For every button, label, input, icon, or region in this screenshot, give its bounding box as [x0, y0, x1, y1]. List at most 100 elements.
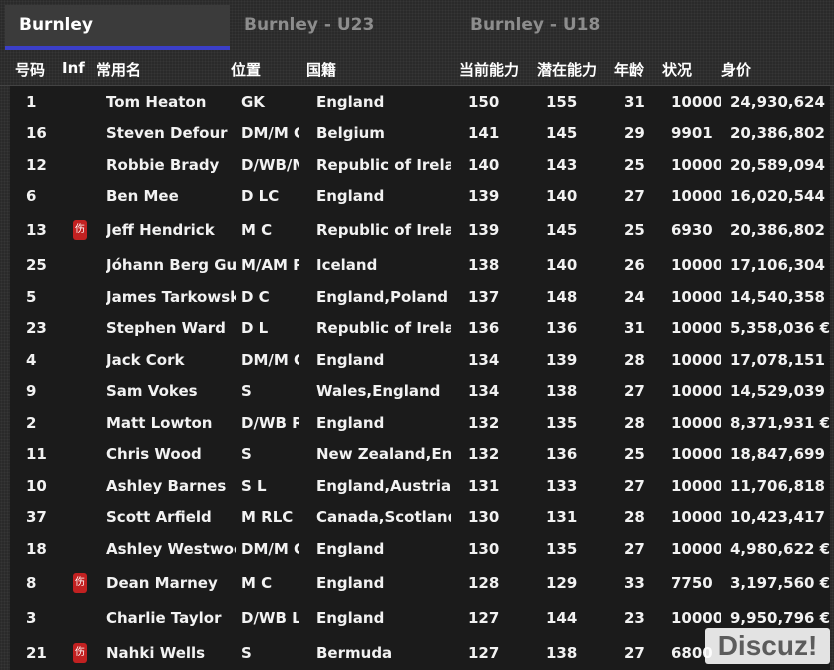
player-age: 25 [624, 444, 645, 463]
table-row[interactable]: 16 Steven Defour DM/M C Belgium 141 145 29 9901… [10, 117, 830, 148]
player-name: Sam Vokes [106, 381, 198, 400]
column-header-name[interactable]: 常用名 [96, 59, 141, 80]
player-nationality: England [316, 573, 385, 592]
table-row[interactable]: 37 Scott Arfield M RLC Canada,Scotland 130 13… [10, 501, 830, 532]
player-position: GK [241, 92, 265, 111]
player-number: 2 [26, 413, 37, 432]
player-value: 18,847,699 € [730, 444, 830, 463]
player-position: D LC [241, 187, 280, 205]
table-row[interactable]: 10 Ashley Barnes S L England,Austria 131 133 2… [10, 470, 830, 501]
player-number: 9 [26, 381, 37, 400]
column-header-number[interactable]: 号码 [15, 59, 45, 80]
player-age: 23 [624, 608, 645, 627]
player-value: 10,423,417 € [730, 507, 830, 526]
player-condition: 7750 [671, 573, 713, 592]
player-value: 4,980,622 € [730, 540, 830, 558]
player-condition: 10000 [671, 92, 721, 111]
player-nationality: England,Austria [316, 476, 451, 495]
table-row[interactable]: 23 Stephen Ward D L Republic of Ireland 136 1… [10, 312, 830, 343]
player-nationality: England,Poland [316, 287, 449, 306]
player-name: Tom Heaton [106, 92, 207, 111]
player-current-ability: 150 [468, 92, 500, 111]
column-header-position[interactable]: 位置 [231, 59, 261, 80]
player-condition: 6930 [671, 220, 713, 239]
table-row[interactable]: 6 Ben Mee D LC England 139 140 27 10000 16,020,5… [10, 180, 830, 212]
player-number: 23 [26, 318, 47, 337]
table-row[interactable]: 4 Jack Cork DM/M C England 134 139 28 10000 17,0… [10, 344, 830, 375]
team-tab-bar: Burnley Burnley - U23 Burnley - U18 [0, 0, 834, 52]
player-nationality: England [316, 413, 385, 432]
player-value: 11,706,818 € [730, 476, 830, 495]
player-condition: 10000 [671, 187, 721, 205]
table-row[interactable]: 2 Matt Lowton D/WB R England 132 135 28 10000 8,… [10, 407, 830, 438]
player-age: 24 [624, 287, 645, 306]
player-table: 1 Tom Heaton GK England 150 155 31 10000 24,930,… [10, 86, 830, 670]
player-name: Jack Cork [106, 350, 185, 369]
player-name: Nahki Wells [106, 643, 206, 662]
injury-badge-icon[interactable]: 伤 [73, 643, 87, 663]
player-potential-ability: 144 [546, 608, 578, 627]
table-row[interactable]: 9 Sam Vokes S Wales,England 134 138 27 10000 14,… [10, 375, 830, 406]
table-row[interactable]: 11 Chris Wood S New Zealand,England 132 136 25… [10, 438, 830, 469]
column-header-potential-ability[interactable]: 潜在能力 [537, 59, 597, 80]
player-value: 20,386,802 € [730, 123, 830, 142]
player-number: 3 [26, 608, 37, 627]
player-number: 12 [26, 155, 47, 174]
table-row[interactable]: 1 Tom Heaton GK England 150 155 31 10000 24,930,… [10, 86, 830, 117]
column-header-nationality[interactable]: 国籍 [306, 59, 336, 80]
player-potential-ability: 129 [546, 573, 578, 592]
column-header-current-ability[interactable]: 当前能力 [459, 59, 519, 80]
player-age: 25 [624, 155, 645, 174]
player-potential-ability: 148 [546, 287, 578, 306]
player-current-ability: 137 [468, 287, 500, 306]
table-row[interactable]: 18 Ashley Westwood DM/M C England 130 135 27 10… [10, 533, 830, 565]
player-nationality: England [316, 187, 385, 205]
table-row[interactable]: 8 Dean Marney M C England 128 129 33 7750 3,197,… [10, 566, 830, 599]
column-header-condition[interactable]: 状况 [662, 59, 692, 80]
player-condition: 10000 [671, 318, 721, 337]
table-row[interactable]: 25 Jóhann Berg Guð M/AM R Iceland 138 140 26 10… [10, 249, 830, 280]
column-header-inf[interactable]: Inf [62, 59, 85, 77]
player-potential-ability: 139 [546, 350, 578, 369]
player-condition: 10000 [671, 476, 721, 495]
player-name: Ashley Barnes [106, 476, 227, 495]
player-position: S [241, 643, 252, 662]
player-potential-ability: 143 [546, 155, 578, 174]
injury-badge-icon[interactable]: 伤 [73, 573, 87, 593]
table-row[interactable]: 13 Jeff Hendrick M C Republic of Ireland 139… [10, 213, 830, 246]
player-potential-ability: 138 [546, 381, 578, 400]
player-number: 1 [26, 92, 37, 111]
player-position: D L [241, 318, 269, 337]
tab-burnley[interactable]: Burnley [5, 5, 230, 50]
tab-burnley-u23[interactable]: Burnley - U23 [244, 5, 374, 50]
injury-badge-icon[interactable]: 伤 [73, 220, 87, 240]
player-nationality: England [316, 540, 385, 558]
player-potential-ability: 131 [546, 507, 578, 526]
player-nationality: Republic of Ireland [316, 220, 451, 239]
player-value: 14,540,358 € [730, 287, 830, 306]
table-row[interactable]: 5 James Tarkowski D C England,Poland 137 148 2… [10, 281, 830, 312]
player-position: M C [241, 220, 273, 239]
player-number: 25 [26, 255, 47, 274]
player-potential-ability: 136 [546, 444, 578, 463]
player-nationality: Republic of Ireland [316, 318, 451, 337]
player-name: Matt Lowton [106, 413, 213, 432]
tab-burnley-u18[interactable]: Burnley - U18 [470, 5, 600, 50]
table-row[interactable]: 12 Robbie Brady D/WB/M Republic of Ireland 1… [10, 149, 830, 180]
player-current-ability: 130 [468, 507, 500, 526]
player-name: Steven Defour [106, 123, 228, 142]
player-position: D/WB L [241, 608, 299, 627]
column-header-age[interactable]: 年龄 [614, 59, 644, 80]
player-age: 27 [624, 187, 645, 205]
player-age: 27 [624, 643, 645, 662]
player-current-ability: 127 [468, 608, 500, 627]
player-value: 5,358,036 € [730, 318, 830, 337]
player-condition: 10000 [671, 255, 721, 274]
table-header: 号码 Inf 常用名 位置 国籍 当前能力 潜在能力 年龄 状况 身价 [0, 55, 834, 86]
player-condition: 10000 [671, 444, 721, 463]
player-value: 14,529,039 € [730, 381, 830, 400]
player-position: M C [241, 573, 273, 592]
player-condition: 9901 [671, 123, 713, 142]
player-value: 17,106,304 € [730, 255, 830, 274]
column-header-value[interactable]: 身价 [721, 59, 751, 80]
